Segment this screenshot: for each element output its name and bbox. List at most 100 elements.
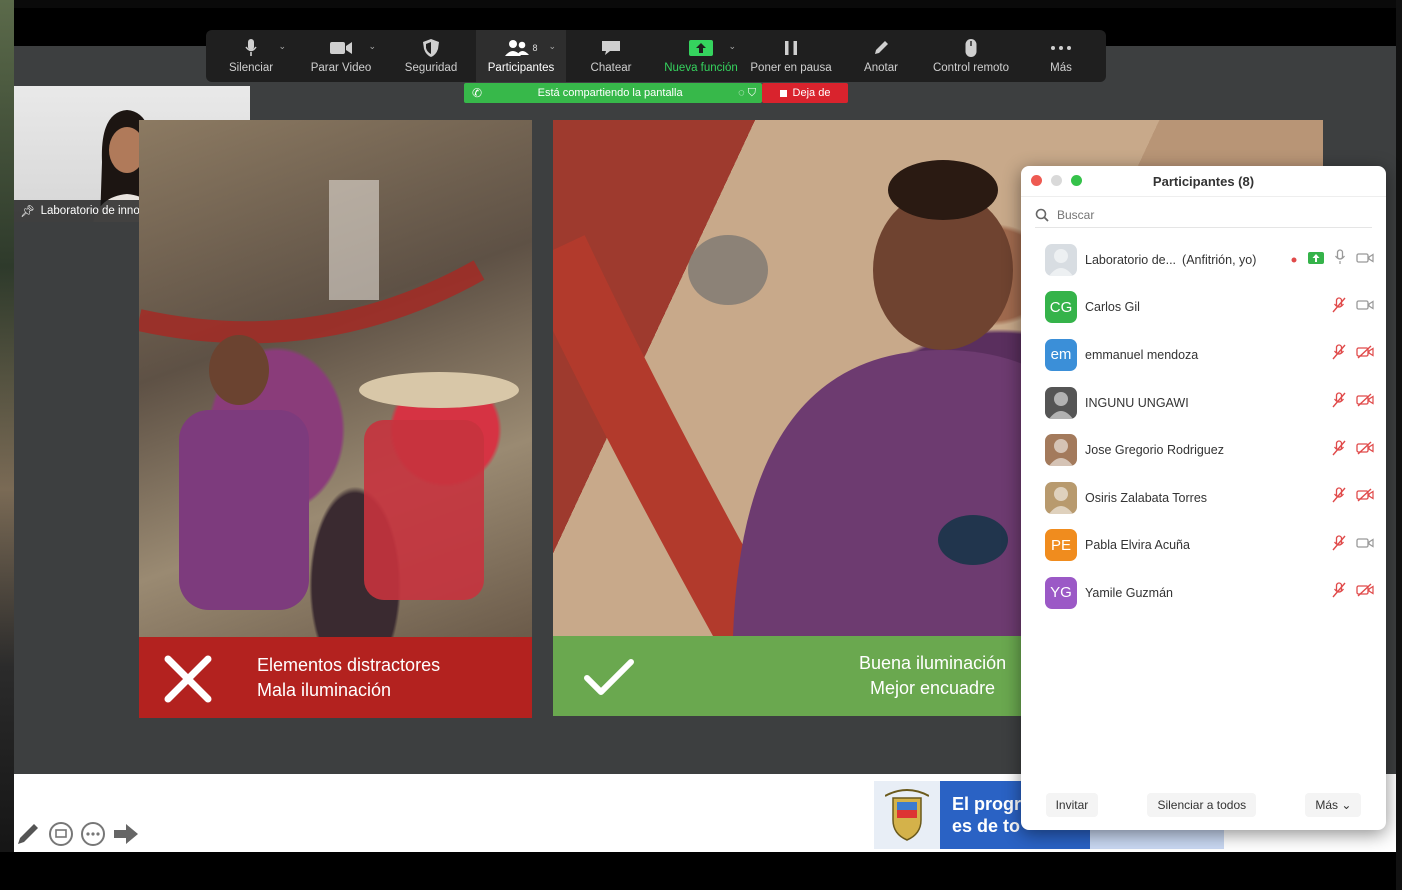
pen-icon[interactable] xyxy=(14,820,42,848)
participant-name: Osiris Zalabata Torres xyxy=(1085,490,1208,505)
stop-video-button[interactable]: Parar Video ⌄ xyxy=(296,30,386,82)
window-zoom-icon[interactable] xyxy=(1071,175,1082,186)
participant-name: Carlos Gil xyxy=(1085,300,1140,315)
remote-control-button[interactable]: Control remoto xyxy=(926,30,1016,82)
video-camera-icon[interactable] xyxy=(1356,251,1374,269)
avatar xyxy=(1045,386,1077,419)
participants-search[interactable] xyxy=(1035,203,1372,228)
invite-button[interactable]: Invitar xyxy=(1045,793,1099,817)
video-off-icon[interactable] xyxy=(1356,488,1374,507)
more-dots-icon xyxy=(1049,38,1073,58)
mute-button[interactable]: Silenciar ⌄ xyxy=(206,30,296,82)
participant-name: INGUNU UNGAWI xyxy=(1085,395,1189,410)
checkmark-icon xyxy=(584,659,634,695)
remote-control-label: Control remoto xyxy=(932,62,1010,74)
screen-sharing-label: Está compartiendo la pantalla xyxy=(537,87,683,99)
share-screen-button[interactable]: Nueva función ⌄ xyxy=(656,30,746,82)
chevron-down-icon: ⌄ xyxy=(1341,798,1352,812)
annotate-button[interactable]: Anotar xyxy=(836,30,926,82)
participant-status-icons xyxy=(1332,344,1374,365)
microphone-muted-icon[interactable] xyxy=(1332,440,1346,461)
window-minimize-icon[interactable] xyxy=(1051,175,1062,186)
participant-role: (Anfitrión, yo) xyxy=(1182,252,1257,267)
shield-check-icon: ◌ ⛉ xyxy=(738,86,756,99)
participant-row[interactable]: Jose Gregorio Rodriguez xyxy=(1021,426,1386,474)
video-camera-icon[interactable] xyxy=(1356,536,1374,554)
microphone-icon[interactable] xyxy=(1334,249,1346,270)
chevron-down-icon[interactable]: ⌄ xyxy=(368,41,376,52)
avatar xyxy=(1045,481,1077,514)
annotation-mini-toolbar xyxy=(14,818,140,850)
participants-icon: 8 xyxy=(504,38,538,58)
participant-status-icons xyxy=(1332,440,1374,461)
security-button[interactable]: Seguridad xyxy=(386,30,476,82)
meeting-controls-toolbar: Silenciar ⌄ Parar Video ⌄ Seguridad 8 Pa… xyxy=(206,30,1106,82)
video-off-icon[interactable] xyxy=(1356,441,1374,460)
participant-name: Pabla Elvira Acuña xyxy=(1085,538,1190,553)
participant-row[interactable]: PE Pabla Elvira Acuña xyxy=(1021,522,1386,570)
video-camera-icon[interactable] xyxy=(1356,298,1374,316)
recording-dot-icon xyxy=(1290,251,1298,269)
search-icon xyxy=(1035,208,1049,222)
participants-titlebar: Participantes (8) xyxy=(1021,166,1386,197)
microphone-muted-icon[interactable] xyxy=(1332,487,1346,508)
window-close-icon[interactable] xyxy=(1031,175,1042,186)
participants-button[interactable]: 8 Participantes ⌄ xyxy=(476,30,566,82)
more-button[interactable]: Más xyxy=(1016,30,1106,82)
avatar: YG xyxy=(1045,576,1077,609)
mute-all-button[interactable]: Silenciar a todos xyxy=(1147,793,1257,817)
participant-status-icons xyxy=(1332,582,1374,603)
participant-status-icons xyxy=(1332,392,1374,413)
arrow-right-icon[interactable] xyxy=(112,821,140,847)
microphone-muted-icon[interactable] xyxy=(1332,582,1346,603)
annotate-label: Anotar xyxy=(864,62,898,74)
chevron-down-icon[interactable]: ⌄ xyxy=(548,41,556,52)
participant-name: emmanuel mendoza xyxy=(1085,347,1199,362)
video-off-icon[interactable] xyxy=(1356,345,1374,364)
stop-share-label: Deja de xyxy=(792,87,831,99)
security-label: Seguridad xyxy=(404,62,458,74)
chat-button[interactable]: Chatear xyxy=(566,30,656,82)
pause-share-button[interactable]: Poner en pausa xyxy=(746,30,836,82)
more-circle-icon[interactable] xyxy=(80,821,106,847)
video-camera-icon xyxy=(329,38,353,58)
participant-row[interactable]: INGUNU UNGAWI xyxy=(1021,379,1386,427)
caption-good-example: Buena iluminación Mejor encuadre xyxy=(553,636,1023,716)
background-desktop-edge xyxy=(0,0,14,890)
share-screen-icon xyxy=(688,38,714,58)
window-right-edge xyxy=(1396,0,1402,890)
pause-icon xyxy=(783,38,799,58)
cross-icon xyxy=(164,655,212,703)
participant-row[interactable]: CG Carlos Gil xyxy=(1021,284,1386,332)
video-off-icon[interactable] xyxy=(1356,393,1374,412)
participant-row[interactable]: Osiris Zalabata Torres xyxy=(1021,474,1386,522)
chevron-down-icon[interactable]: ⌄ xyxy=(728,41,736,52)
search-input[interactable] xyxy=(1055,207,1339,223)
more-label: Más xyxy=(1050,62,1072,74)
chat-bubble-icon xyxy=(600,38,622,58)
participant-name: Jose Gregorio Rodriguez xyxy=(1085,443,1224,458)
microphone-icon xyxy=(244,38,258,58)
more-options-button[interactable]: Más ⌄ xyxy=(1305,793,1362,817)
video-off-icon[interactable] xyxy=(1356,583,1374,602)
shield-icon xyxy=(422,38,440,58)
participant-name: Yamile Guzmán xyxy=(1085,585,1173,600)
microphone-muted-icon[interactable] xyxy=(1332,344,1346,365)
microphone-muted-icon[interactable] xyxy=(1332,297,1346,318)
caption-bubble-icon[interactable] xyxy=(48,821,74,847)
chevron-down-icon[interactable]: ⌄ xyxy=(278,41,286,52)
microphone-muted-icon[interactable] xyxy=(1332,535,1346,556)
microphone-muted-icon[interactable] xyxy=(1332,392,1346,413)
pin-icon: 📌︎ xyxy=(20,206,35,218)
participant-row[interactable]: em emmanuel mendoza xyxy=(1021,331,1386,379)
participant-status-icons xyxy=(1332,487,1374,508)
participants-label: Participantes xyxy=(487,62,555,74)
participants-panel: Participantes (8) Laboratorio de... (Anfi… xyxy=(1021,166,1386,830)
stop-share-button[interactable]: Deja de xyxy=(762,83,848,103)
screen-sharing-banner[interactable]: ✆ Está compartiendo la pantalla ◌ ⛉ xyxy=(464,83,762,103)
pencil-icon xyxy=(872,38,890,58)
participant-row[interactable]: YG Yamile Guzmán xyxy=(1021,569,1386,617)
participant-row[interactable]: Laboratorio de... (Anfitrión, yo) xyxy=(1021,236,1386,284)
avatar: PE xyxy=(1045,529,1077,562)
caption-bad-line-2: Mala iluminación xyxy=(257,680,392,700)
